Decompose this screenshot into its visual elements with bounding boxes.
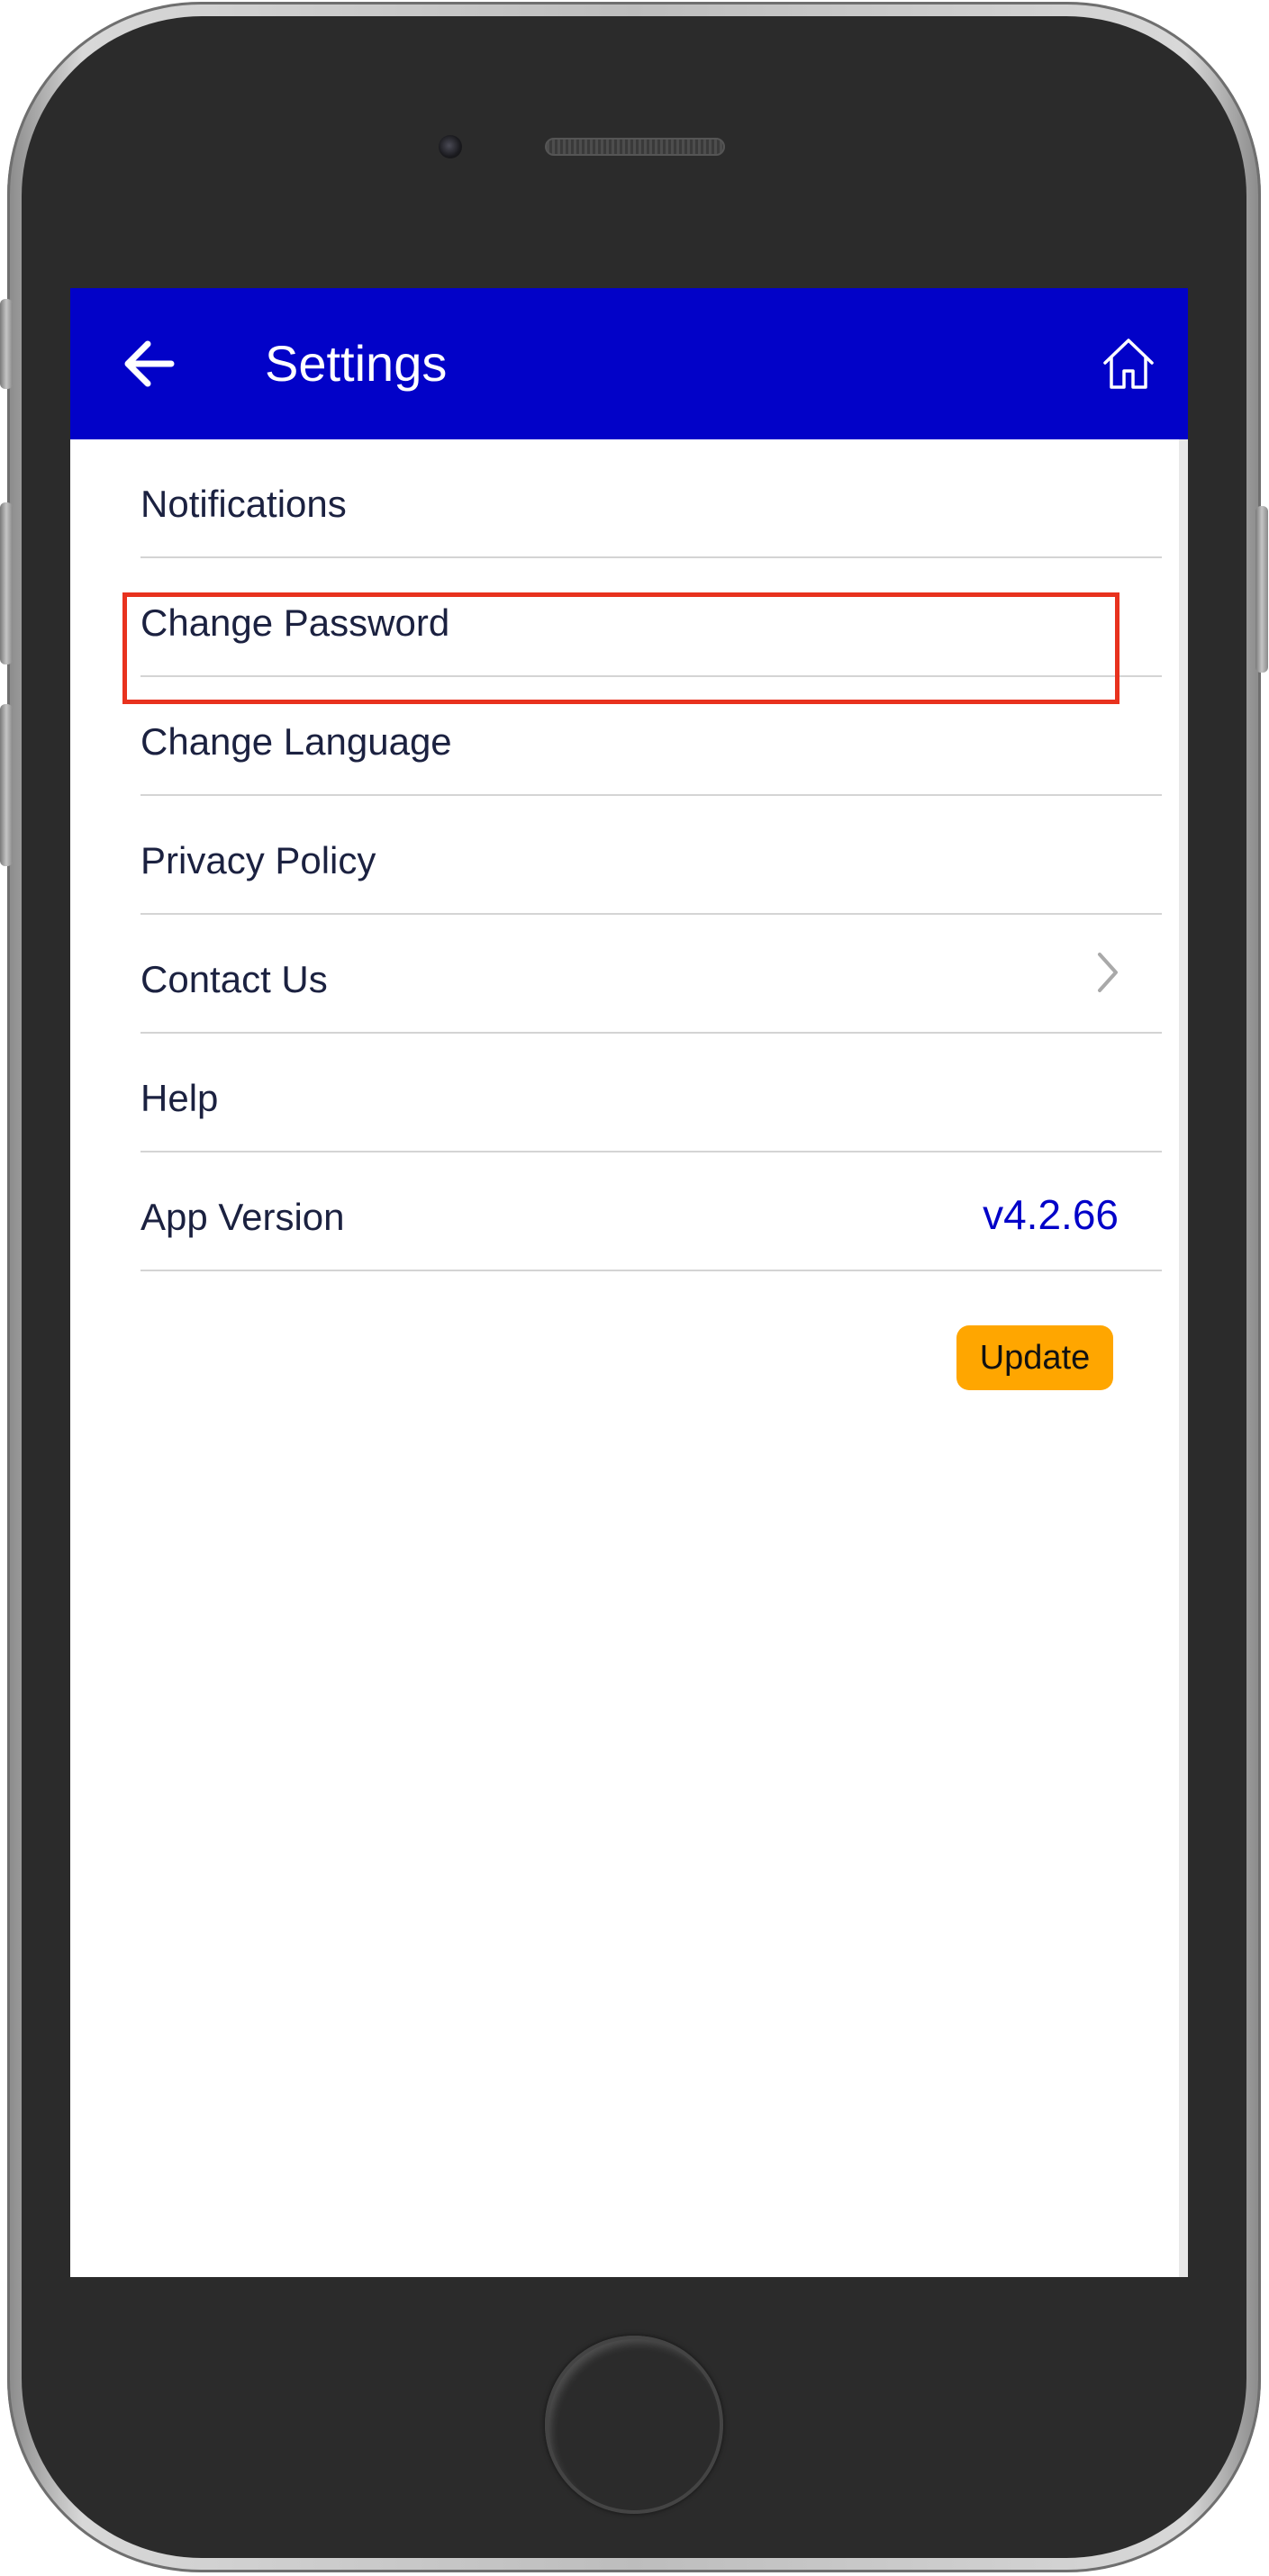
earpiece-speaker <box>545 138 725 156</box>
settings-item-privacy-policy[interactable]: Privacy Policy <box>140 796 1162 915</box>
settings-item-label: App Version <box>140 1196 345 1238</box>
front-camera <box>439 135 462 158</box>
app-version-value: v4.2.66 <box>983 1191 1119 1238</box>
app-screen: Settings Notifications Change Password C… <box>70 288 1188 2277</box>
scroll-track <box>1179 439 1188 2277</box>
settings-item-change-language[interactable]: Change Language <box>140 677 1162 796</box>
mute-switch <box>0 299 13 389</box>
arrow-left-icon[interactable] <box>117 331 182 396</box>
chevron-right-icon <box>1098 953 1118 992</box>
page-title: Settings <box>265 335 448 392</box>
settings-item-label: Notifications <box>140 483 347 525</box>
settings-item-notifications[interactable]: Notifications <box>140 439 1162 558</box>
settings-list: Notifications Change Password Change Lan… <box>140 439 1162 1271</box>
power-button <box>1255 506 1268 673</box>
settings-item-label: Help <box>140 1077 219 1119</box>
app-header: Settings <box>70 288 1188 439</box>
settings-item-label: Change Language <box>140 720 452 763</box>
settings-item-label: Change Password <box>140 601 450 644</box>
settings-item-label: Contact Us <box>140 958 328 1000</box>
volume-up-button <box>0 502 13 664</box>
volume-down-button <box>0 704 13 866</box>
settings-item-app-version: App Version v4.2.66 <box>140 1152 1162 1271</box>
home-icon[interactable] <box>1100 335 1157 393</box>
settings-item-help[interactable]: Help <box>140 1034 1162 1152</box>
settings-item-contact-us[interactable]: Contact Us <box>140 915 1162 1034</box>
settings-item-label: Privacy Policy <box>140 839 376 881</box>
settings-item-change-password[interactable]: Change Password <box>140 558 1162 677</box>
update-button[interactable]: Update <box>956 1325 1113 1390</box>
home-button[interactable] <box>545 2336 723 2514</box>
